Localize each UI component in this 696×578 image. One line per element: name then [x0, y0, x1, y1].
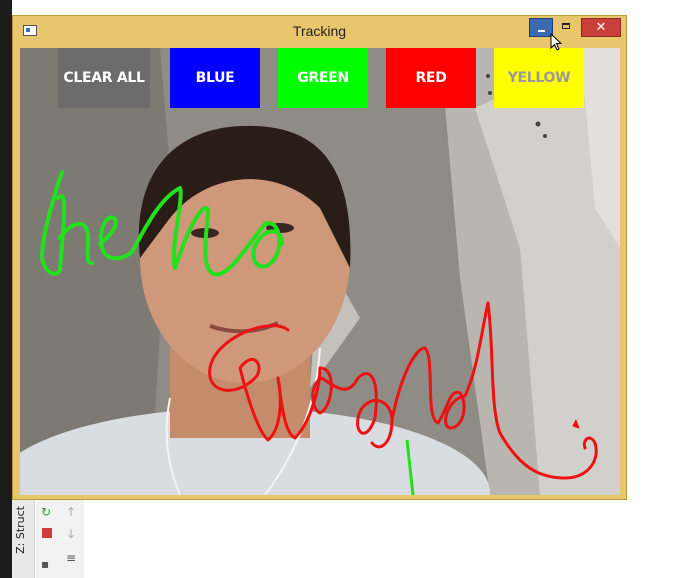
green-button[interactable]: GREEN	[278, 48, 368, 108]
blue-label: BLUE	[195, 70, 235, 86]
rerun-icon[interactable]: ↻	[41, 506, 51, 518]
down-arrow-icon[interactable]: ↓	[66, 528, 76, 540]
title-bar[interactable]: Tracking ✕	[13, 16, 626, 46]
clear-all-button[interactable]: CLEAR ALL	[58, 48, 150, 108]
red-button[interactable]: RED	[386, 48, 476, 108]
list-icon[interactable]: ≡	[66, 552, 76, 564]
webcam-frame	[20, 48, 620, 495]
up-arrow-icon[interactable]: ↑	[66, 506, 76, 518]
ide-left-edge	[0, 0, 12, 578]
layout-icon[interactable]: ▪	[41, 558, 49, 570]
yellow-button[interactable]: YELLOW	[494, 48, 584, 108]
clear-all-label: CLEAR ALL	[63, 70, 145, 86]
green-label: GREEN	[297, 70, 349, 86]
webcam-canvas[interactable]: CLEAR ALL BLUE GREEN RED YELLOW	[20, 48, 620, 495]
red-label: RED	[415, 70, 447, 86]
stop-icon[interactable]	[42, 528, 52, 538]
blue-button[interactable]: BLUE	[170, 48, 260, 108]
close-button[interactable]: ✕	[581, 18, 621, 37]
yellow-label: YELLOW	[507, 70, 571, 86]
mouse-cursor-icon	[550, 33, 563, 51]
structure-tab[interactable]: Z: Struct	[14, 506, 27, 554]
tracking-window: Tracking ✕ CLEAR ALL BLUE GREEN RED YELL…	[12, 15, 627, 500]
ide-run-tools: ↻ ↑ ↓ ▪ ≡	[36, 500, 84, 578]
